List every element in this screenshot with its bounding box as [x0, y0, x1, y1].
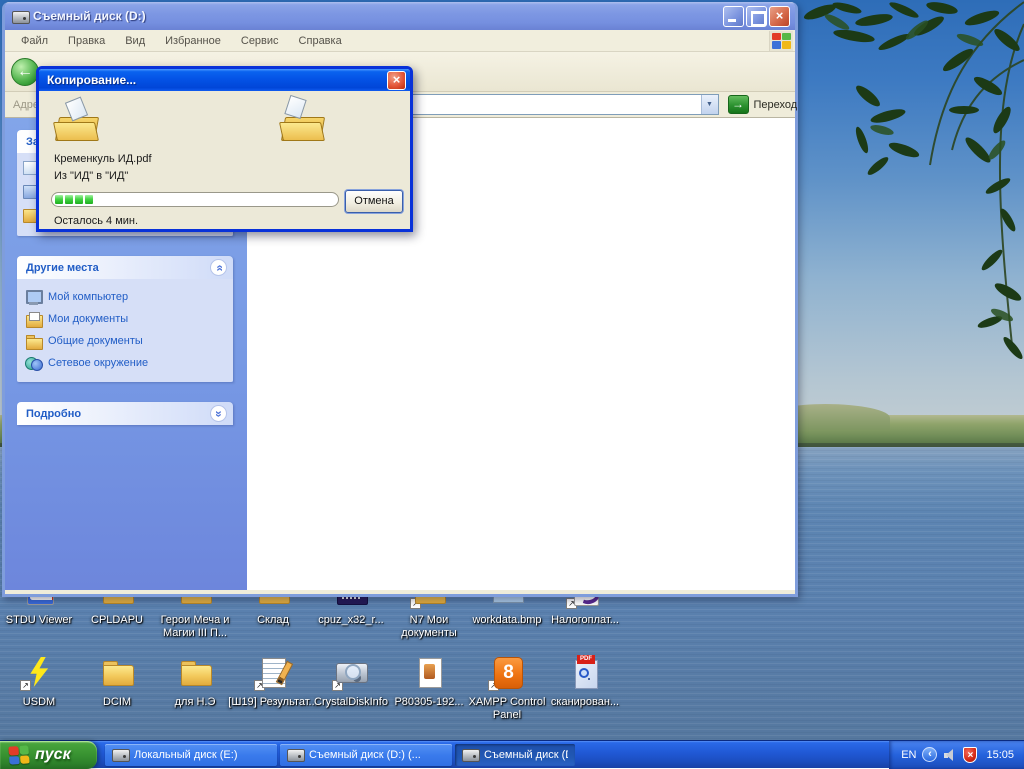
system-tray: EN 15:05	[889, 741, 1024, 769]
window-titlebar[interactable]: Съемный диск (D:) ×	[5, 2, 795, 30]
language-indicator[interactable]: EN	[901, 749, 916, 761]
network-places-icon	[25, 355, 43, 371]
menu-item[interactable]: Сервис	[231, 35, 289, 47]
sidebar-link[interactable]: Общие документы	[23, 330, 229, 352]
shortcut-arrow-icon	[410, 598, 421, 609]
security-shield-icon[interactable]	[963, 747, 977, 763]
my-documents-icon	[25, 311, 43, 327]
drive-icon	[287, 748, 304, 761]
taskbar-buttons: Локальный диск (E:) Съемный диск (D:) (..…	[105, 744, 575, 766]
xampp-icon	[489, 655, 525, 689]
clock: 15:05	[986, 749, 1014, 761]
drive-icon	[462, 748, 479, 761]
sidebar-link-label: Общие документы	[48, 335, 143, 347]
shared-documents-icon	[25, 333, 43, 349]
dialog-body: Кременкуль ИД.pdf Из "ИД" в "ИД" Отмена …	[39, 91, 410, 232]
time-remaining: Осталось 4 мин.	[54, 215, 138, 227]
sidebar-link-label: Сетевое окружение	[48, 357, 148, 369]
copy-progress-bar	[51, 192, 339, 207]
copy-progress-dialog: Копирование... × Кременкуль ИД.pdf Из "И…	[36, 66, 413, 232]
volume-icon[interactable]	[943, 748, 957, 762]
taskbar-button-label: Локальный диск (E:)	[134, 749, 238, 761]
menu-item[interactable]: Избранное	[155, 35, 231, 47]
taskbar-window-button[interactable]: Съемный диск (D:) (...	[280, 744, 452, 766]
menu-item[interactable]: Вид	[115, 35, 155, 47]
pdf-scan-icon	[567, 655, 603, 689]
maximize-button[interactable]	[746, 6, 767, 27]
menu-item[interactable]: Файл	[11, 35, 58, 47]
windows-logo-icon	[8, 745, 29, 764]
taskbar-window-button[interactable]: Локальный диск (E:)	[105, 744, 277, 766]
menu-bar: ФайлПравкаВидИзбранноеСервисСправка	[5, 30, 795, 52]
copy-route: Из "ИД" в "ИД"	[54, 170, 128, 182]
cancel-button[interactable]: Отмена	[345, 190, 403, 213]
chevron-up-icon[interactable]	[210, 259, 227, 276]
desktop-icon[interactable]: сканирован...	[539, 655, 631, 709]
dialog-close-button[interactable]: ×	[387, 71, 406, 90]
start-label: пуск	[35, 746, 71, 764]
sidebar-link[interactable]: Сетевое окружение	[23, 352, 229, 374]
copy-file-name: Кременкуль ИД.pdf	[54, 153, 152, 165]
other-places-title: Другие места	[26, 262, 210, 274]
sidebar-link-label: Мои документы	[48, 313, 128, 325]
other-places-body: Мой компьютер Мои документы Общие документ…	[17, 279, 233, 382]
details-header[interactable]: Подробно	[17, 402, 233, 425]
menu-item[interactable]: Правка	[58, 35, 115, 47]
sidebar-link[interactable]: Мой компьютер	[23, 286, 229, 308]
sidebar-link-label: Мой компьютер	[48, 291, 128, 303]
window-title: Съемный диск (D:)	[33, 9, 723, 23]
details-title: Подробно	[26, 408, 210, 420]
windows-logo-icon	[769, 31, 793, 51]
dialog-title: Копирование...	[47, 73, 387, 87]
go-label: Переход	[754, 99, 798, 111]
destination-folder-icon	[281, 103, 327, 145]
shortcut-arrow-icon	[254, 680, 265, 691]
sidebar-link[interactable]: Мои документы	[23, 308, 229, 330]
menu-item[interactable]: Справка	[289, 35, 352, 47]
disk-info-icon	[333, 655, 369, 689]
taskbar-window-button[interactable]: Съемный диск (D:)	[455, 744, 575, 766]
progress-block	[55, 195, 63, 204]
taskbar-button-label: Съемный диск (D:) (...	[309, 749, 421, 761]
shortcut-arrow-icon	[566, 598, 577, 609]
progress-block	[65, 195, 73, 204]
notepad-pencil-icon	[255, 655, 291, 689]
desktop-icon-label: Налогоплат...	[539, 614, 631, 627]
magnifier-icon	[579, 668, 589, 678]
taskbar: пуск Локальный диск (E:) Съемный диск (D:…	[0, 740, 1024, 768]
address-dropdown-icon[interactable]	[701, 95, 718, 114]
shortcut-arrow-icon	[332, 680, 343, 691]
progress-block	[85, 195, 93, 204]
folder-icon	[99, 655, 135, 689]
folder-icon	[177, 655, 213, 689]
collapse-chevron-icon[interactable]	[922, 747, 937, 762]
lightning-icon	[21, 655, 57, 689]
back-button[interactable]	[11, 58, 39, 86]
shortcut-arrow-icon	[488, 680, 499, 691]
other-places-header[interactable]: Другие места	[17, 256, 233, 279]
progress-block	[75, 195, 83, 204]
desktop-icon-label: сканирован...	[539, 696, 631, 709]
minimize-button[interactable]	[723, 6, 744, 27]
source-folder-icon	[55, 103, 101, 145]
document-icon	[411, 655, 447, 689]
removable-drive-icon	[12, 10, 29, 23]
my-computer-icon	[25, 289, 43, 305]
tree-branches	[792, 0, 1024, 400]
shortcut-arrow-icon	[20, 680, 31, 691]
dialog-titlebar[interactable]: Копирование... ×	[39, 69, 410, 91]
drive-icon	[112, 748, 129, 761]
close-button[interactable]: ×	[769, 6, 790, 27]
go-button[interactable]: Переход	[728, 95, 798, 114]
chevron-down-icon[interactable]	[210, 405, 227, 422]
other-places-panel: Другие места Мой компьютер Мои документы О…	[17, 256, 233, 382]
start-button[interactable]: пуск	[0, 741, 97, 769]
details-panel: Подробно	[17, 402, 233, 425]
taskbar-button-label: Съемный диск (D:)	[484, 749, 568, 761]
go-arrow-icon	[728, 95, 749, 114]
